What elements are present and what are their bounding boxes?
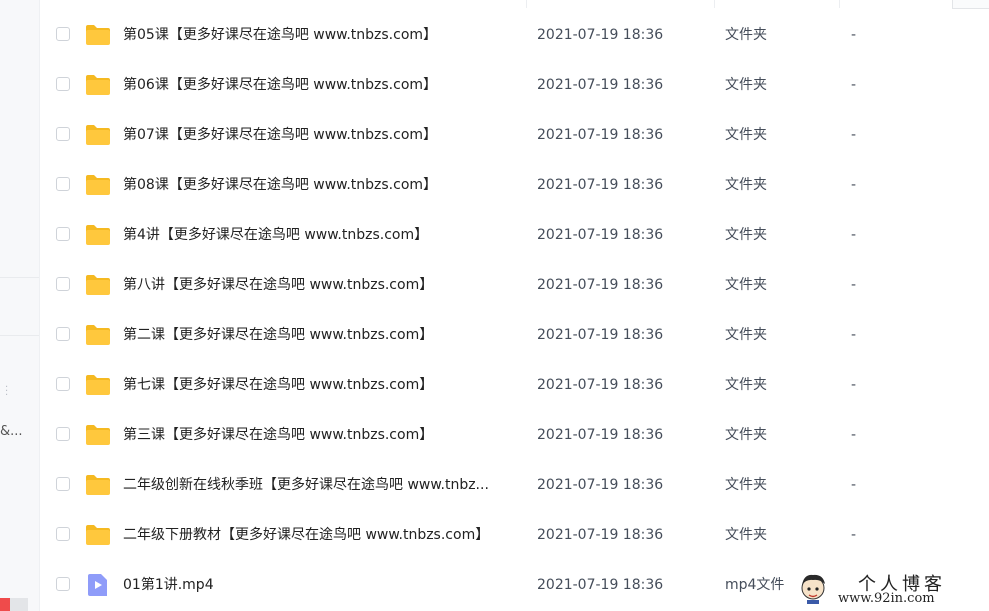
file-name[interactable]: 第07课【更多好课尽在途鸟吧 www.tnbzs.com】	[123, 125, 437, 145]
file-type: 文件夹	[725, 27, 767, 43]
file-name[interactable]: 第06课【更多好课尽在途鸟吧 www.tnbzs.com】	[123, 75, 437, 95]
folder-icon	[86, 475, 110, 495]
file-name[interactable]: 第七课【更多好课尽在途鸟吧 www.tnbzs.com】	[123, 375, 433, 395]
sidebar-truncated-text: &...	[0, 424, 23, 439]
modified-time: 2021-07-19 18:36	[537, 577, 664, 593]
file-type: mp4文件	[725, 577, 785, 593]
cartoon-face-icon	[801, 574, 825, 604]
folder-icon	[86, 225, 110, 245]
folder-icon	[86, 175, 110, 195]
row-checkbox[interactable]	[56, 327, 70, 341]
header-scroll-corner	[952, 0, 989, 9]
row-checkbox[interactable]	[56, 527, 70, 541]
file-size: -	[851, 127, 857, 143]
row-checkbox[interactable]	[56, 77, 70, 91]
folder-icon	[86, 425, 110, 445]
column-separator[interactable]	[526, 0, 527, 8]
file-browser-page: · · · &... 第05课【更多好课尽在途鸟吧 www.tnbzs.com】 20…	[0, 0, 989, 611]
video-file-icon	[88, 574, 107, 596]
folder-icon	[86, 125, 110, 145]
file-type: 文件夹	[725, 127, 767, 143]
row-checkbox[interactable]	[56, 577, 70, 591]
file-row[interactable]: 第08课【更多好课尽在途鸟吧 www.tnbzs.com】 2021-07-19 …	[40, 160, 989, 210]
modified-time: 2021-07-19 18:36	[537, 77, 664, 93]
file-size: -	[851, 177, 857, 193]
file-name[interactable]: 二年级下册教材【更多好课尽在途鸟吧 www.tnbzs.com】	[123, 525, 489, 545]
file-size: -	[851, 77, 857, 93]
bottom-control-edge	[10, 598, 28, 611]
file-type: 文件夹	[725, 227, 767, 243]
column-separator[interactable]	[714, 0, 715, 8]
modified-time: 2021-07-19 18:36	[537, 27, 664, 43]
file-row[interactable]: 第七课【更多好课尽在途鸟吧 www.tnbzs.com】 2021-07-19 1…	[40, 360, 989, 410]
modified-time: 2021-07-19 18:36	[537, 527, 664, 543]
left-sidebar: · · · &...	[0, 0, 40, 611]
file-row[interactable]: 第三课【更多好课尽在途鸟吧 www.tnbzs.com】 2021-07-19 1…	[40, 410, 989, 460]
file-name[interactable]: 第八讲【更多好课尽在途鸟吧 www.tnbzs.com】	[123, 275, 433, 295]
file-name[interactable]: 第08课【更多好课尽在途鸟吧 www.tnbzs.com】	[123, 175, 437, 195]
file-size: -	[851, 327, 857, 343]
column-separator[interactable]	[839, 0, 840, 8]
file-row[interactable]: 第06课【更多好课尽在途鸟吧 www.tnbzs.com】 2021-07-19 …	[40, 60, 989, 110]
red-badge-edge	[0, 598, 10, 611]
folder-icon	[86, 275, 110, 295]
sidebar-divider	[0, 335, 39, 336]
file-row[interactable]: 第07课【更多好课尽在途鸟吧 www.tnbzs.com】 2021-07-19 …	[40, 110, 989, 160]
file-size: -	[851, 277, 857, 293]
file-row[interactable]: 二年级下册教材【更多好课尽在途鸟吧 www.tnbzs.com】 2021-07-…	[40, 510, 989, 560]
file-type: 文件夹	[725, 177, 767, 193]
file-name[interactable]: 第二课【更多好课尽在途鸟吧 www.tnbzs.com】	[123, 325, 433, 345]
sidebar-divider	[0, 277, 39, 278]
row-checkbox[interactable]	[56, 477, 70, 491]
file-type: 文件夹	[725, 277, 767, 293]
modified-time: 2021-07-19 18:36	[537, 477, 664, 493]
modified-time: 2021-07-19 18:36	[537, 127, 664, 143]
modified-time: 2021-07-19 18:36	[537, 427, 664, 443]
folder-icon	[86, 325, 110, 345]
folder-icon	[86, 25, 110, 45]
modified-time: 2021-07-19 18:36	[537, 377, 664, 393]
file-size: -	[851, 27, 857, 43]
row-checkbox[interactable]	[56, 177, 70, 191]
file-row[interactable]: 第4讲【更多好课尽在途鸟吧 www.tnbzs.com】 2021-07-19 1…	[40, 210, 989, 260]
modified-time: 2021-07-19 18:36	[537, 327, 664, 343]
modified-time: 2021-07-19 18:36	[537, 177, 664, 193]
file-size: -	[851, 227, 857, 243]
file-list: 第05课【更多好课尽在途鸟吧 www.tnbzs.com】 2021-07-19 …	[40, 10, 989, 610]
modified-time: 2021-07-19 18:36	[537, 227, 664, 243]
file-name[interactable]: 第三课【更多好课尽在途鸟吧 www.tnbzs.com】	[123, 425, 433, 445]
file-type: 文件夹	[725, 77, 767, 93]
folder-icon	[86, 375, 110, 395]
file-name[interactable]: 第4讲【更多好课尽在途鸟吧 www.tnbzs.com】	[123, 225, 428, 245]
row-checkbox[interactable]	[56, 27, 70, 41]
row-checkbox[interactable]	[56, 127, 70, 141]
row-checkbox[interactable]	[56, 377, 70, 391]
file-row[interactable]: 第二课【更多好课尽在途鸟吧 www.tnbzs.com】 2021-07-19 1…	[40, 310, 989, 360]
folder-icon	[86, 525, 110, 545]
row-checkbox[interactable]	[56, 227, 70, 241]
file-size: -	[851, 477, 857, 493]
file-row[interactable]: 第05课【更多好课尽在途鸟吧 www.tnbzs.com】 2021-07-19 …	[40, 10, 989, 60]
file-type: 文件夹	[725, 377, 767, 393]
column-header-edge	[40, 0, 989, 9]
row-checkbox[interactable]	[56, 427, 70, 441]
row-checkbox[interactable]	[56, 277, 70, 291]
modified-time: 2021-07-19 18:36	[537, 277, 664, 293]
file-row[interactable]: 第八讲【更多好课尽在途鸟吧 www.tnbzs.com】 2021-07-19 1…	[40, 260, 989, 310]
file-type: 文件夹	[725, 527, 767, 543]
file-name[interactable]: 第05课【更多好课尽在途鸟吧 www.tnbzs.com】	[123, 25, 437, 45]
file-size: -	[851, 377, 857, 393]
file-type: 文件夹	[725, 477, 767, 493]
drag-handle-icon[interactable]: · · ·	[5, 383, 8, 401]
file-type: 文件夹	[725, 327, 767, 343]
file-type: 文件夹	[725, 427, 767, 443]
folder-icon	[86, 75, 110, 95]
watermark: 个人博客 www.92in.com	[798, 569, 989, 611]
file-size: -	[851, 527, 857, 543]
watermark-url: www.92in.com	[838, 591, 935, 606]
file-name[interactable]: 二年级创新在线秋季班【更多好课尽在途鸟吧 www.tnbz...	[123, 475, 489, 495]
file-name[interactable]: 01第1讲.mp4	[123, 575, 214, 595]
file-row[interactable]: 二年级创新在线秋季班【更多好课尽在途鸟吧 www.tnbz... 2021-07-…	[40, 460, 989, 510]
file-size: -	[851, 427, 857, 443]
